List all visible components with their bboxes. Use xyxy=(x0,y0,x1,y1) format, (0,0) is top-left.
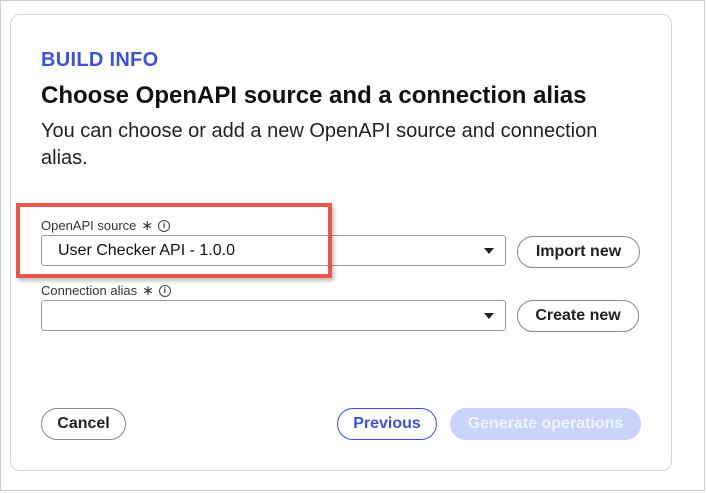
connection-alias-select[interactable] xyxy=(41,300,506,331)
dropdown-caret-icon xyxy=(484,313,494,319)
generate-operations-button[interactable]: Generate operations xyxy=(450,408,641,440)
asterisk-required-icon: ∗ xyxy=(142,282,154,298)
cancel-button[interactable]: Cancel xyxy=(41,408,126,440)
connection-alias-label-row: Connection alias ∗ i xyxy=(41,282,171,299)
import-new-button[interactable]: Import new xyxy=(517,236,640,268)
info-icon[interactable]: i xyxy=(158,284,171,297)
page-title: Choose OpenAPI source and a connection a… xyxy=(41,82,587,109)
create-new-button[interactable]: Create new xyxy=(517,300,639,332)
step-eyebrow: BUILD INFO xyxy=(41,49,159,71)
dropdown-caret-icon xyxy=(484,248,494,254)
connection-alias-label: Connection alias xyxy=(41,283,138,298)
highlight-box xyxy=(16,203,332,278)
page-description: You can choose or add a new OpenAPI sour… xyxy=(41,120,598,169)
previous-button[interactable]: Previous xyxy=(337,408,437,440)
